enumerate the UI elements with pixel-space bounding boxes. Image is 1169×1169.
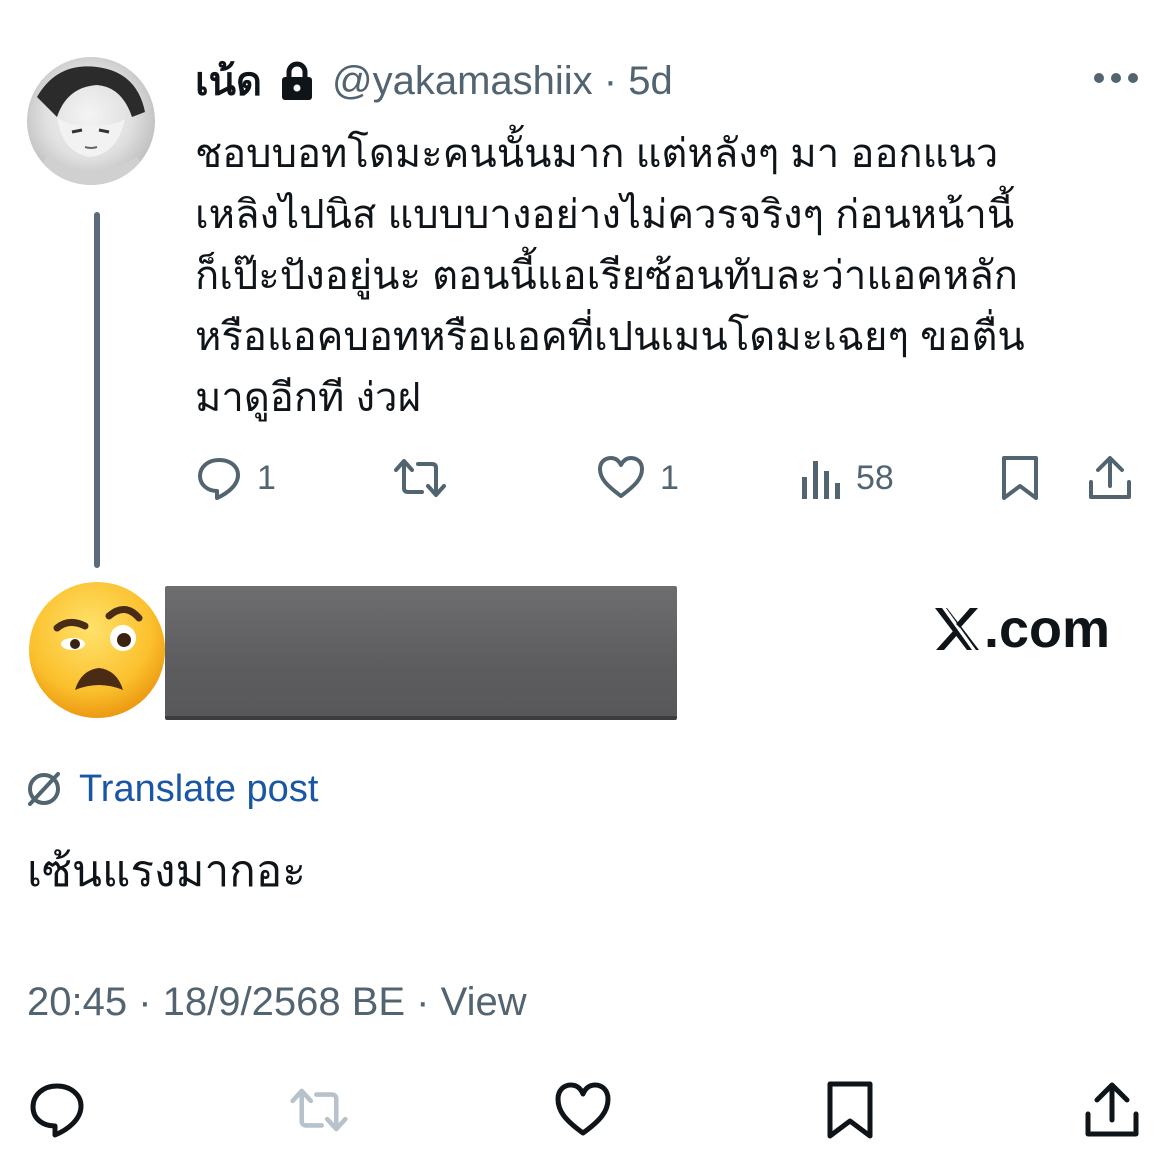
angry-face-emoji-icon <box>29 582 165 718</box>
repost-button[interactable] <box>392 452 448 504</box>
thread-line <box>94 212 100 568</box>
reply-icon[interactable] <box>27 1080 87 1140</box>
translate-label[interactable]: Translate post <box>79 768 318 811</box>
body-line: หรือแอคบอทหรือแอคที่เปนเมนโดมะเฉยๆ ขอตื่… <box>195 315 1025 359</box>
lock-icon <box>282 61 312 100</box>
bookmark-button[interactable] <box>999 452 1041 504</box>
body-line: ก็เป๊ะปังอยู่นะ ตอนนี้แอเรียซ้อนทับละว่า… <box>195 254 1019 298</box>
tweet-body: ชอบบอทโดมะคนนั้นมาก แต่หลังๆ มา ออกแนว เ… <box>195 124 1145 429</box>
more-icon[interactable] <box>1092 66 1140 90</box>
display-name[interactable]: เน้ด <box>195 49 262 113</box>
redacted-name-block <box>165 586 677 716</box>
bookmark-icon <box>1002 456 1038 500</box>
body-line: มาดูอีกที ง่วฝ <box>195 376 421 420</box>
reply-count: 1 <box>257 458 276 497</box>
views-button[interactable]: 58 <box>800 452 894 504</box>
reply-text: เซ้นแรงมากอะ <box>27 847 306 896</box>
translate-post-link[interactable]: Translate post <box>25 765 318 813</box>
body-line: เหลิงไปนิส แบบบางอย่างไม่ควรจริงๆ ก่อนหน… <box>195 193 1015 237</box>
like-button[interactable]: 1 <box>596 452 679 504</box>
x-com-watermark: .com <box>932 598 1110 660</box>
repost-icon <box>290 1088 348 1132</box>
views-icon <box>802 461 840 499</box>
share-icon <box>1089 456 1131 499</box>
share-button[interactable] <box>1086 452 1134 504</box>
like-icon <box>598 456 644 498</box>
x-logo-icon <box>935 608 979 650</box>
translate-globe-icon <box>28 772 60 806</box>
share-icon[interactable] <box>1082 1080 1142 1140</box>
views-count: 58 <box>856 458 894 497</box>
body-line: ชอบบอทโดมะคนนั้นมาก แต่หลังๆ มา ออกแนว <box>195 132 999 176</box>
like-icon[interactable] <box>553 1080 613 1140</box>
repost-icon <box>394 459 446 497</box>
reply-icon <box>198 458 240 500</box>
handle-and-time[interactable]: @yakamashiix · 5d <box>332 59 673 104</box>
timestamp-meta[interactable]: 20:45 · 18/9/2568 BE · View <box>27 980 527 1025</box>
bookmark-icon[interactable] <box>820 1080 880 1140</box>
reply-button[interactable]: 1 <box>195 452 276 504</box>
like-count: 1 <box>660 458 679 497</box>
tweet-header: เน้ด @yakamashiix · 5d <box>195 55 673 107</box>
avatar[interactable] <box>27 57 155 185</box>
watermark-text: .com <box>984 599 1111 659</box>
